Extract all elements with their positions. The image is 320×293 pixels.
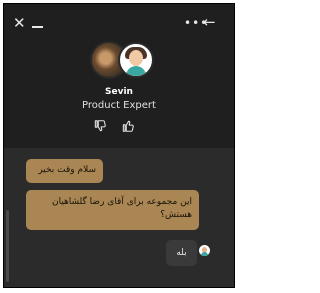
scrollbar[interactable] — [6, 210, 9, 282]
close-icon[interactable]: ✕ — [13, 16, 26, 31]
minimize-icon[interactable] — [32, 16, 43, 28]
user-message: بله — [166, 240, 197, 266]
chat-window: ✕ ••• ← Sevin Product Expert سلام وقت بخ… — [3, 3, 235, 288]
agent-title: Product Expert — [82, 100, 156, 111]
thumbs-down-icon[interactable] — [93, 119, 107, 133]
thumbs-up-icon[interactable] — [121, 119, 135, 133]
agent-avatars — [90, 41, 154, 79]
agent-avatar-secondary — [118, 42, 154, 78]
arrow-left-icon[interactable]: ← — [203, 15, 216, 30]
agent-message: این مجموعه برای آقای رضا گلشاهیان هستش؟ — [26, 190, 199, 230]
user-avatar — [199, 245, 210, 256]
agent-name: Sevin — [105, 87, 133, 97]
agent-message: سلام وقت بخیر — [26, 159, 103, 183]
chat-messages: سلام وقت بخیر این مجموعه برای آقای رضا گ… — [4, 148, 234, 287]
chat-header: ✕ ••• ← Sevin Product Expert — [4, 4, 234, 148]
